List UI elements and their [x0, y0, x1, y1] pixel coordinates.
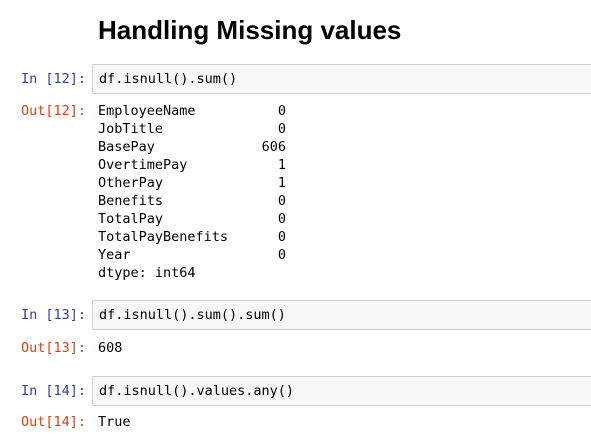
markdown-heading: Handling Missing values — [98, 15, 402, 45]
series-name: OtherPay — [98, 175, 164, 191]
output-series-12: EmployeeName 0 JobTitle 0 BasePay 606 Ov… — [98, 102, 286, 282]
series-value: 0 — [277, 229, 286, 245]
series-value: 1 — [277, 157, 286, 173]
series-dtype: dtype: int64 — [98, 265, 196, 281]
notebook-page: Handling Missing values In [12]: df.isnu… — [0, 0, 591, 439]
series-name: Year — [98, 247, 131, 263]
code-text: df.isnull().sum() — [99, 71, 238, 87]
series-name: JobTitle — [98, 121, 164, 137]
series-name: BasePay — [98, 139, 155, 155]
series-row: OtherPay 1 — [98, 174, 286, 192]
series-row: OvertimePay 1 — [98, 156, 286, 174]
code-cell-14[interactable]: df.isnull().values.any() — [92, 376, 591, 406]
output-text-13: 608 — [98, 340, 123, 356]
series-name: OvertimePay — [98, 157, 188, 173]
output-prompt-12: Out[12]: — [20, 103, 86, 119]
series-value: 606 — [261, 139, 286, 155]
series-row: JobTitle 0 — [98, 120, 286, 138]
series-value: 0 — [277, 121, 286, 137]
series-row: Year 0 — [98, 246, 286, 264]
series-value: 0 — [277, 247, 286, 263]
series-row: TotalPayBenefits 0 — [98, 228, 286, 246]
series-value: 0 — [277, 103, 286, 119]
series-name: Benefits — [98, 193, 164, 209]
code-text: df.isnull().values.any() — [99, 383, 295, 399]
series-row: TotalPay 0 — [98, 210, 286, 228]
series-name: TotalPay — [98, 211, 164, 227]
input-prompt-14: In [14]: — [20, 383, 86, 399]
code-cell-13[interactable]: df.isnull().sum().sum() — [92, 300, 591, 330]
series-name: TotalPayBenefits — [98, 229, 229, 245]
input-prompt-12: In [12]: — [20, 71, 86, 87]
input-prompt-13: In [13]: — [20, 307, 86, 323]
series-row: Benefits 0 — [98, 192, 286, 210]
code-cell-12[interactable]: df.isnull().sum() — [92, 64, 591, 94]
series-value: 0 — [277, 211, 286, 227]
series-row: BasePay 606 — [98, 138, 286, 156]
series-value: 0 — [277, 193, 286, 209]
output-prompt-13: Out[13]: — [20, 340, 86, 356]
output-prompt-14: Out[14]: — [20, 414, 86, 430]
output-text-14: True — [98, 414, 131, 430]
series-value: 1 — [277, 175, 286, 191]
series-row: EmployeeName 0 — [98, 102, 286, 120]
code-text: df.isnull().sum().sum() — [99, 307, 286, 323]
series-name: EmployeeName — [98, 103, 196, 119]
